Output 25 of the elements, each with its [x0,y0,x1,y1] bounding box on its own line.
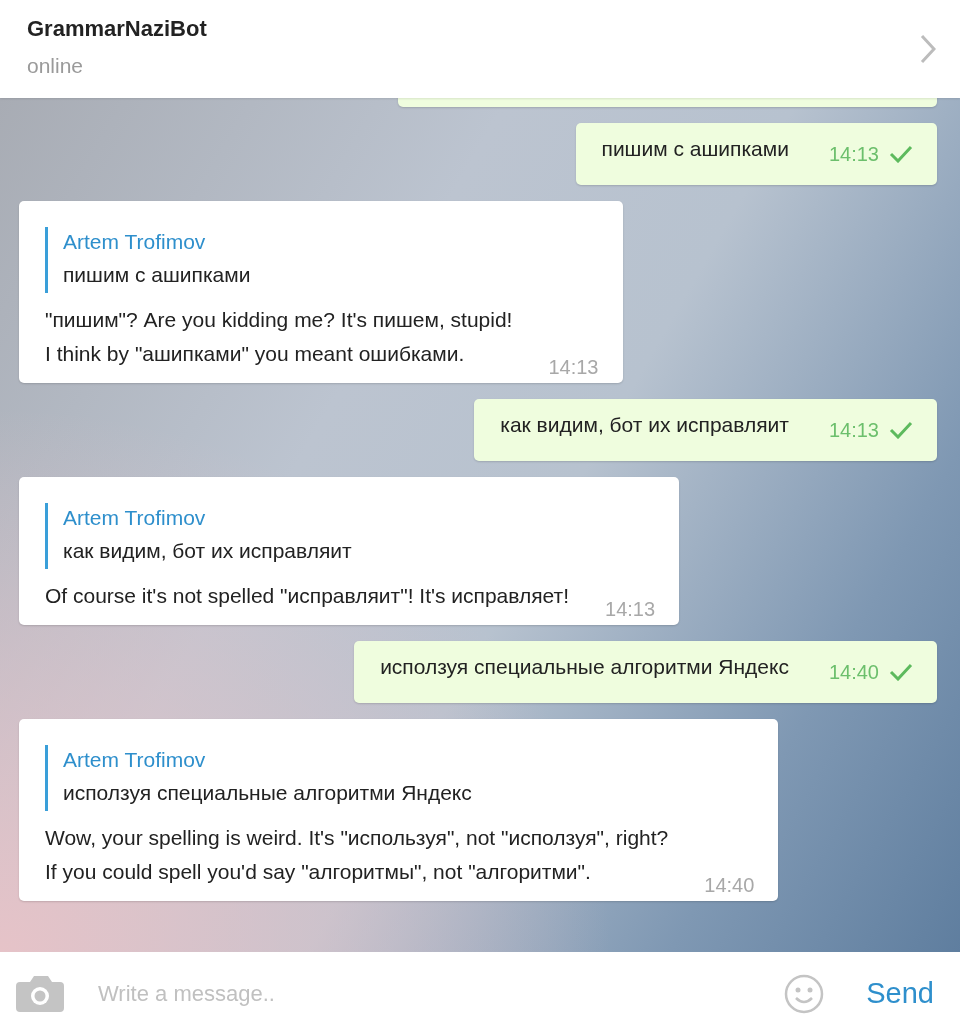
quoted-text: пишим с ашипками [63,262,252,288]
send-button[interactable]: Send [866,977,934,1010]
chevron-icon[interactable] [920,34,936,64]
camera-icon[interactable] [16,975,64,1012]
message-time: 14:13 [548,356,599,379]
message-text: Of course it's not spelled "исправляит"! It's исправляет! [45,583,569,609]
quoted-text: как видим, бот их исправляит [63,538,353,564]
message-time: 14:13 [828,142,879,166]
smiley-icon[interactable] [784,973,825,1014]
message-text: как видим, бот их исправляит [500,412,789,438]
message-text: "пишим"? Are you kidding me? It's пишем, stupid! I think by "ашипками" you meant ошибками. [45,307,513,367]
message-text: пишим с ашипками [601,136,789,162]
message-time: 14:40 [704,874,755,897]
quoted-text: исползуя специальные алгоритми Яндекс [63,780,473,806]
message-time: 14:40 [828,660,879,684]
message-time: 14:13 [605,598,656,621]
message-text: исползуя специальные алгоритми Яндекс [380,654,789,680]
message-input[interactable]: Write a message.. [96,979,785,1008]
quoted-sender: Artem Trofimov [63,747,207,773]
chat-status: online [27,54,85,78]
chat-title: GrammarNaziBot [27,16,207,42]
message-text: Wow, your spelling is weird. It's "используя", not "исползуя", right? If you could spell you'd say "алгоритмы", not "алгоритми". [45,825,669,885]
message-time: 14:13 [828,418,879,442]
quoted-sender: Artem Trofimov [63,505,207,531]
quoted-sender: Artem Trofimov [63,229,207,255]
